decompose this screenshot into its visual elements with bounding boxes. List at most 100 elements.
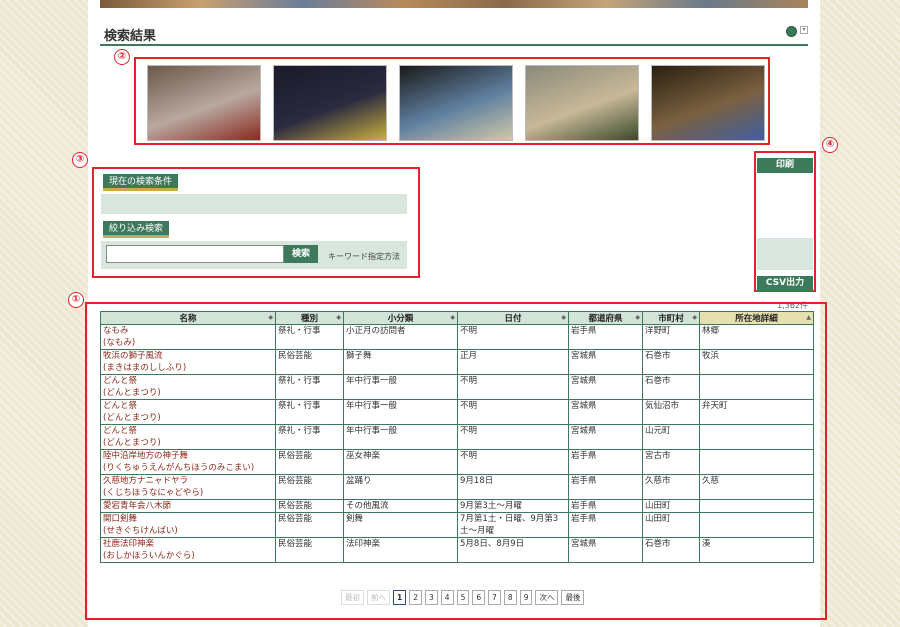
item-reading[interactable]: (りくちゅうえんがんちほうのみこまい) — [103, 462, 273, 474]
header-banner — [100, 0, 808, 8]
column-header-city[interactable]: 市町村 ◆ — [642, 311, 700, 325]
cell-name: どんと祭 (どんとまつり) — [100, 399, 276, 425]
print-button[interactable]: 印刷 — [757, 158, 813, 173]
cell-subcategory: その他風流 — [343, 499, 458, 513]
cell-name: どんと祭 (どんとまつり) — [100, 374, 276, 400]
cell-city: 山田町 — [642, 499, 700, 513]
item-reading[interactable]: (まきはまのししふり) — [103, 362, 273, 374]
column-header-subcategory[interactable]: 小分類 ◆ — [343, 311, 458, 325]
first-page-button[interactable]: 最初 — [341, 590, 364, 605]
cell-location-detail: 牧浜 — [699, 349, 814, 375]
sort-icon: ◆ — [450, 314, 455, 321]
item-reading[interactable]: (どんとまつり) — [103, 387, 273, 399]
item-name-link[interactable]: 陸中沿岸地方の神子舞 — [103, 450, 273, 462]
column-header-type[interactable]: 種別 ◆ — [275, 311, 344, 325]
page-button-7[interactable]: 7 — [488, 590, 501, 605]
cell-date: 5月8日、8月9日 — [457, 537, 569, 563]
thumbnail-image[interactable] — [399, 65, 513, 141]
item-reading[interactable]: (おしかほういんかぐら) — [103, 550, 273, 562]
title-divider — [100, 44, 808, 46]
next-page-button[interactable]: 次へ — [535, 590, 559, 605]
cell-prefecture: 岩手県 — [568, 449, 643, 475]
cell-date: 不明 — [457, 424, 569, 450]
page-button-2[interactable]: 2 — [409, 590, 422, 605]
item-reading[interactable]: (どんとまつり) — [103, 437, 273, 449]
table-row[interactable]: どんと祭 (どんとまつり) 祭礼・行事 年中行事一般 不明 宮城県 石巻市 — [100, 374, 814, 400]
column-header-date[interactable]: 日付 ◆ — [457, 311, 569, 325]
item-name-link[interactable]: 社鹿法印神楽 — [103, 538, 273, 550]
prev-page-button[interactable]: 前へ — [367, 590, 390, 605]
table-row[interactable]: どんと祭 (どんとまつり) 祭礼・行事 年中行事一般 不明 宮城県 気仙沼市 弁天町 — [100, 399, 814, 425]
table-row[interactable]: なもみ (なもみ) 祭礼・行事 小正月の訪問者 不明 岩手県 洋野町 林郷 — [100, 324, 814, 350]
item-reading[interactable]: (せきぐちけんばい) — [103, 525, 273, 537]
refine-search-label: 絞り込み検索 — [103, 221, 170, 238]
item-name-link[interactable]: どんと祭 — [103, 425, 273, 437]
search-button[interactable]: 検索 — [284, 245, 318, 263]
item-reading[interactable]: (どんとまつり) — [103, 412, 273, 424]
cell-city: 石巻市 — [642, 374, 700, 400]
cell-subcategory: 小正月の訪問者 — [343, 324, 458, 350]
cell-city: 山田町 — [642, 512, 700, 538]
item-name-link[interactable]: 久慈地方ナニャドヤラ — [103, 475, 273, 487]
table-row[interactable]: 関口剣舞 (せきぐちけんばい) 民俗芸能 剣舞 7月第1土・日曜、9月第3土～月曜 岩手県… — [100, 512, 814, 538]
column-header-prefecture[interactable]: 都道府県 ◆ — [568, 311, 643, 325]
page-button-1[interactable]: 1 — [393, 590, 407, 605]
search-input[interactable] — [106, 245, 284, 263]
page-button-9[interactable]: 9 — [519, 590, 533, 605]
item-name-link[interactable]: 愛宕青年会八木節 — [103, 500, 273, 512]
table-row[interactable]: どんと祭 (どんとまつり) 祭礼・行事 年中行事一般 不明 宮城県 山元町 — [100, 424, 814, 450]
cell-date: 9月18日 — [457, 474, 569, 500]
page-button-8[interactable]: 8 — [503, 590, 517, 605]
cell-type: 民俗芸能 — [275, 537, 344, 563]
column-header-location-detail[interactable]: 所在地詳細 ▲ — [699, 311, 814, 325]
cell-location-detail — [699, 424, 814, 450]
page-button-4[interactable]: 4 — [440, 590, 454, 605]
cell-prefecture: 宮城県 — [568, 537, 643, 563]
csv-export-button[interactable]: CSV出力 — [757, 276, 813, 291]
cell-name: なもみ (なもみ) — [100, 324, 276, 350]
current-conditions-label: 現在の検索条件 — [103, 174, 179, 191]
sort-icon: ◆ — [692, 314, 697, 321]
cell-date: 不明 — [457, 449, 569, 475]
sort-icon: ◆ — [268, 314, 273, 321]
page-button-3[interactable]: 3 — [425, 590, 438, 605]
thumbnail-image[interactable] — [525, 65, 639, 141]
cell-city: 気仙沼市 — [642, 399, 700, 425]
current-conditions-band — [101, 194, 407, 214]
cell-location-detail: 久慈 — [699, 474, 814, 500]
thumbnail-image[interactable] — [273, 65, 387, 141]
item-name-link[interactable]: なもみ — [103, 325, 273, 337]
globe-icon[interactable] — [786, 26, 797, 37]
item-reading[interactable]: (なもみ) — [103, 337, 273, 349]
table-row[interactable]: 牧浜の獅子風流 (まきはまのししふり) 民俗芸能 獅子舞 正月 宮城県 石巻市 牧浜 — [100, 349, 814, 375]
side-band — [757, 238, 813, 270]
table-row[interactable]: 久慈地方ナニャドヤラ (くじちほうなにゃどやら) 民俗芸能 盆踊り 9月18日 岩手県 久慈… — [100, 474, 814, 500]
sort-icon: ◆ — [561, 314, 566, 321]
cell-date: 不明 — [457, 374, 569, 400]
item-name-link[interactable]: 牧浜の獅子風流 — [103, 350, 273, 362]
page-button-6[interactable]: 6 — [472, 590, 486, 605]
item-reading[interactable]: (くじちほうなにゃどやら) — [103, 487, 273, 499]
chevron-down-icon[interactable]: ▾ — [800, 26, 808, 34]
item-name-link[interactable]: どんと祭 — [103, 375, 273, 387]
cell-location-detail — [699, 449, 814, 475]
cell-name: 久慈地方ナニャドヤラ (くじちほうなにゃどやら) — [100, 474, 276, 500]
page-container: 検索結果 ▾ ② ③ 現在の検索条件 絞り込み検索 検索 キーワード指定方法 ④… — [68, 0, 838, 627]
cell-type: 民俗芸能 — [275, 499, 344, 513]
cell-city: 石巻市 — [642, 349, 700, 375]
column-header-name[interactable]: 名称 ◆ — [100, 311, 276, 325]
item-name-link[interactable]: 関口剣舞 — [103, 513, 273, 525]
table-row[interactable]: 陸中沿岸地方の神子舞 (りくちゅうえんがんちほうのみこまい) 民俗芸能 巫女神楽 不明岩… — [100, 449, 814, 475]
page-button-5[interactable]: 5 — [456, 590, 470, 605]
table-row[interactable]: 愛宕青年会八木節 民俗芸能 その他風流 9月第3土～月曜 岩手県 山田町 — [100, 499, 814, 513]
thumbnail-image[interactable] — [147, 65, 261, 141]
cell-location-detail: 林郷 — [699, 324, 814, 350]
cell-city: 久慈市 — [642, 474, 700, 500]
cell-type: 民俗芸能 — [275, 512, 344, 538]
table-row[interactable]: 社鹿法印神楽 (おしかほういんかぐら) 民俗芸能 法印神楽 5月8日、8月9日 宮城県 石巻… — [100, 537, 814, 563]
pagination: 最初 前へ 1 2 3 4 5 6 7 8 9 次へ 最後 — [341, 590, 585, 605]
thumbnail-image[interactable] — [651, 65, 765, 141]
keyword-help-link[interactable]: キーワード指定方法 — [328, 251, 400, 262]
last-page-button[interactable]: 最後 — [561, 590, 585, 605]
item-name-link[interactable]: どんと祭 — [103, 400, 273, 412]
